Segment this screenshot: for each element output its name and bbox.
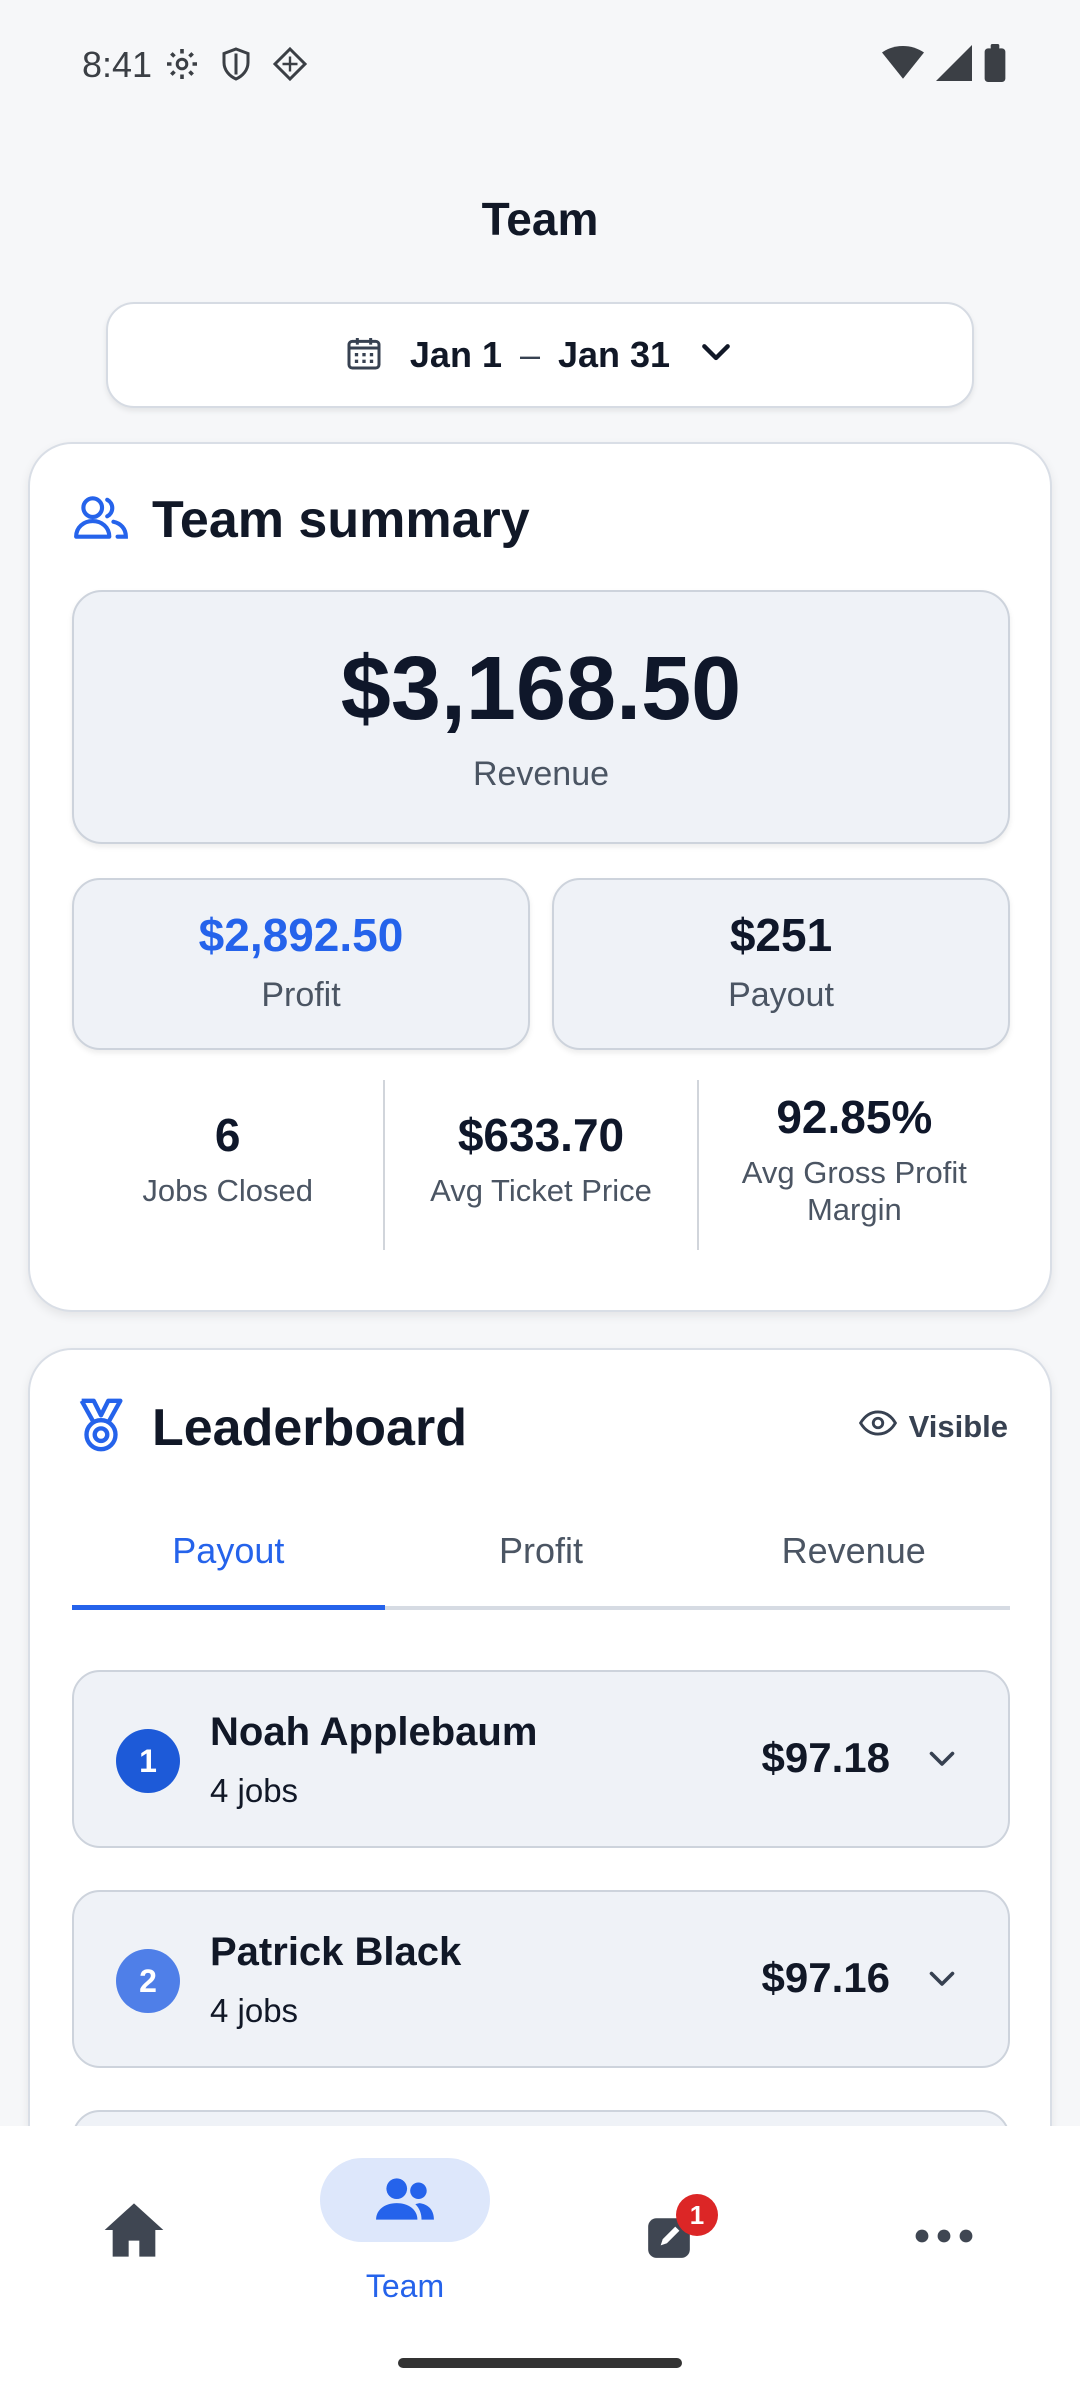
visibility-label: Visible: [908, 1409, 1008, 1444]
team-users-icon[interactable]: [374, 2174, 436, 2229]
stat-jobs-closed: 6 Jobs Closed: [72, 1080, 383, 1250]
revenue-label: Revenue: [472, 755, 610, 793]
users-icon: [72, 493, 130, 548]
revenue-box: $3,168.50 Revenue: [72, 590, 1010, 844]
team-summary-title: Team summary: [152, 491, 530, 549]
home-icon[interactable]: [102, 2200, 166, 2265]
more-icon[interactable]: [914, 2224, 974, 2253]
notification-badge: 1: [676, 2194, 718, 2236]
profit-box: $2,892.50 Profit: [72, 878, 530, 1050]
stat-value: 92.85%: [776, 1091, 933, 1143]
chevron-down-icon[interactable]: [924, 1960, 960, 2001]
leaderboard-row[interactable]: 1 Noah Applebaum 4 jobs $97.18: [72, 1670, 1010, 1848]
team-summary-header: Team summary: [72, 490, 530, 550]
team-summary-card: Team summary $3,168.50 Revenue $2,892.50…: [28, 442, 1052, 1312]
stat-value: 6: [214, 1109, 241, 1161]
status-time: 8:41: [82, 44, 153, 85]
stat-label: Avg Gross Profit Margin: [741, 1155, 967, 1228]
stat-value: $633.70: [457, 1109, 625, 1161]
shield-icon: [218, 46, 254, 82]
entry-amount: $97.18: [761, 1734, 890, 1781]
profit-label: Profit: [261, 976, 341, 1014]
entry-name: Noah Applebaum: [210, 1710, 538, 1754]
wifi-icon: [882, 45, 924, 86]
visibility-toggle[interactable]: Visible: [858, 1408, 1008, 1446]
status-icons-right: [882, 44, 1006, 87]
stat-label: Jobs Closed: [142, 1173, 313, 1208]
leaderboard-title: Leaderboard: [152, 1398, 467, 1457]
team-nav-label[interactable]: Team: [320, 2268, 490, 2305]
revenue-amount: $3,168.50: [340, 639, 742, 739]
date-end: Jan 31: [558, 334, 671, 375]
stat-avg-ticket-price: $633.70 Avg Ticket Price: [383, 1080, 696, 1250]
payout-amount: $251: [729, 909, 833, 961]
signal-icon: [936, 45, 972, 86]
tab-profit[interactable]: Profit: [385, 1530, 698, 1606]
diamond-icon: [272, 46, 308, 82]
leaderboard-tabs: Payout Profit Revenue: [72, 1530, 1010, 1610]
chevron-down-icon: [696, 333, 736, 378]
stat-label: Avg Ticket Price: [430, 1173, 652, 1208]
home-indicator[interactable]: [398, 2358, 682, 2368]
payout-label: Payout: [728, 976, 834, 1014]
payout-box: $251 Payout: [552, 878, 1010, 1050]
battery-icon: [984, 44, 1006, 87]
entry-jobs: 4 jobs: [210, 1992, 299, 2029]
stats-row: 6 Jobs Closed $633.70 Avg Ticket Price 9…: [72, 1080, 1010, 1250]
chevron-down-icon[interactable]: [924, 1740, 960, 1781]
settings-gear-icon: [164, 46, 200, 82]
tab-payout[interactable]: Payout: [72, 1530, 385, 1610]
entry-amount: $97.16: [761, 1954, 890, 2001]
entry-name: Patrick Black: [210, 1930, 462, 1974]
status-icons-left: [164, 46, 308, 82]
rank-badge: 1: [116, 1729, 180, 1793]
calendar-icon: [344, 333, 384, 378]
date-range-picker[interactable]: Jan 1 – Jan 31: [106, 302, 974, 408]
medal-icon: [72, 1396, 130, 1459]
tab-revenue[interactable]: Revenue: [697, 1530, 1010, 1606]
profit-amount: $2,892.50: [198, 909, 404, 961]
leaderboard-header: Leaderboard: [72, 1396, 467, 1459]
leaderboard-row[interactable]: 2 Patrick Black 4 jobs $97.16: [72, 1890, 1010, 2068]
eye-icon: [858, 1408, 897, 1446]
date-separator: –: [519, 334, 540, 375]
rank-badge: 2: [116, 1949, 180, 2013]
stat-avg-gross-profit-margin: 92.85% Avg Gross Profit Margin: [696, 1080, 1010, 1250]
date-start: Jan 1: [409, 334, 502, 375]
entry-jobs: 4 jobs: [210, 1772, 299, 1809]
date-range-text: Jan 1 – Jan 31: [410, 334, 670, 376]
page-title: Team: [481, 193, 599, 245]
status-bar: 8:41: [0, 0, 1080, 130]
